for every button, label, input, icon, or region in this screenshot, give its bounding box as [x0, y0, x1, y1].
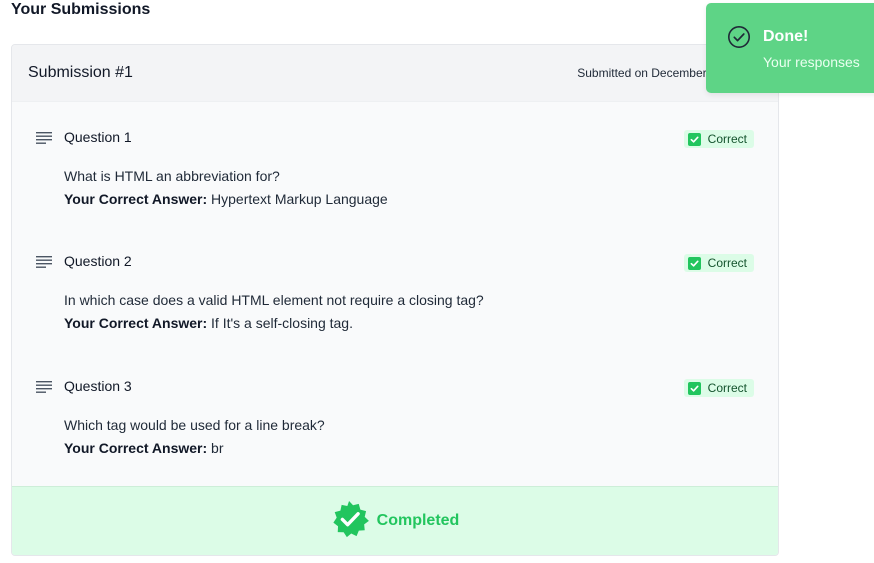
- answer-line: Your Correct Answer: br: [64, 440, 223, 456]
- question-item: Question 3 Correct Which tag would be us…: [12, 378, 778, 488]
- text-lines-icon: [36, 131, 52, 145]
- page-heading: Your Submissions: [11, 1, 151, 18]
- question-title: Question 2: [64, 253, 132, 269]
- question-text: What is HTML an abbreviation for?: [64, 168, 280, 184]
- toast-title: Done!: [763, 28, 809, 45]
- completed-banner: Completed: [12, 486, 778, 555]
- question-text: Which tag would be used for a line break…: [64, 417, 325, 433]
- answer-prefix: Your Correct Answer:: [64, 191, 208, 207]
- checkbox-checked-icon: [687, 381, 701, 395]
- submission-title: Submission #1: [28, 64, 133, 81]
- answer-value: If It's a self-closing tag.: [211, 315, 353, 331]
- question-title: Question 3: [64, 378, 132, 394]
- answer-value: Hypertext Markup Language: [211, 191, 388, 207]
- checkbox-checked-icon: [687, 256, 701, 270]
- question-title: Question 1: [64, 129, 132, 145]
- answer-prefix: Your Correct Answer:: [64, 440, 208, 456]
- status-label: Correct: [707, 132, 747, 146]
- submission-card: Submission #1 Submitted on December 6, 2…: [11, 44, 779, 556]
- answer-line: Your Correct Answer: Hypertext Markup La…: [64, 191, 388, 207]
- answer-line: Your Correct Answer: If It's a self-clos…: [64, 315, 353, 331]
- success-toast[interactable]: Done! Your responses: [706, 3, 874, 93]
- submission-header: Submission #1 Submitted on December 6, 2…: [12, 45, 778, 102]
- text-lines-icon: [36, 255, 52, 269]
- question-item: Question 1 Correct What is HTML an abbre…: [12, 129, 778, 239]
- answer-value: br: [211, 440, 224, 456]
- status-badge: Correct: [683, 254, 754, 272]
- completed-label: Completed: [376, 512, 460, 529]
- checkbox-checked-icon: [687, 132, 701, 146]
- question-text: In which case does a valid HTML element …: [64, 292, 484, 308]
- status-badge: Correct: [683, 379, 754, 397]
- check-circle-icon: [727, 25, 751, 49]
- answer-prefix: Your Correct Answer:: [64, 315, 208, 331]
- text-lines-icon: [36, 380, 52, 394]
- toast-message: Your responses: [763, 54, 860, 70]
- verified-badge-icon: [331, 500, 369, 543]
- status-badge: Correct: [683, 130, 754, 148]
- status-label: Correct: [707, 381, 747, 395]
- question-item: Question 2 Correct In which case does a …: [12, 253, 778, 363]
- status-label: Correct: [707, 256, 747, 270]
